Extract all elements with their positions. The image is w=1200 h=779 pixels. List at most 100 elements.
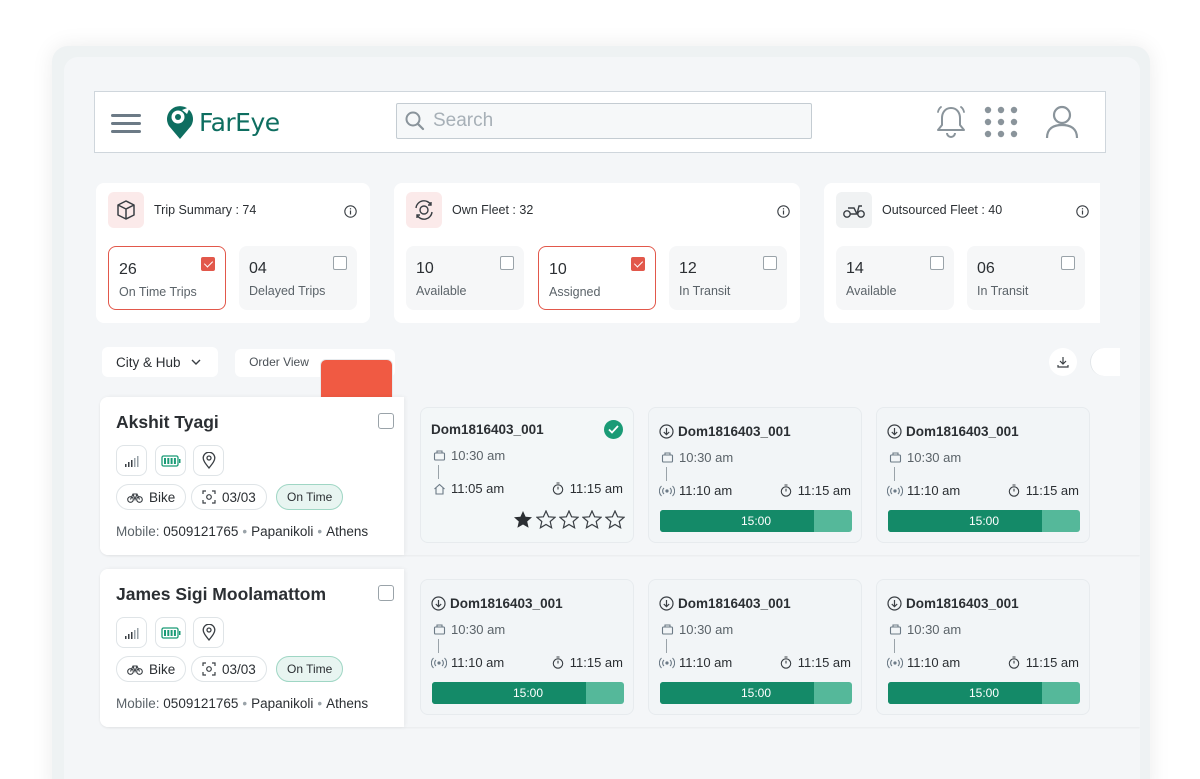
stat-assigned[interactable]: 10 Assigned xyxy=(538,246,656,310)
city-hub-dropdown[interactable]: City & Hub xyxy=(102,347,218,377)
card-title: Outsourced Fleet : 40 xyxy=(882,203,1003,217)
eta-time: 11:15 am xyxy=(1025,483,1079,498)
trip-progress-bar: 15:00 xyxy=(888,682,1080,704)
driver-row: Akshit Tyagi Bike 03/03 On Time Mobile: … xyxy=(100,397,1140,555)
timer-icon xyxy=(778,484,794,497)
stat-value: 10 xyxy=(549,261,567,278)
star-outline-icon[interactable] xyxy=(582,510,602,529)
transit-signal-icon xyxy=(431,657,447,669)
driver-checkbox[interactable] xyxy=(378,413,394,429)
driver-row: James Sigi Moolamattom Bike 03/03 On Tim… xyxy=(100,569,1140,727)
trip-id: Dom1816403_001 xyxy=(431,422,544,437)
location-pin-icon[interactable] xyxy=(193,617,224,648)
info-icon[interactable] xyxy=(344,205,357,218)
city-hub-label: City & Hub xyxy=(116,354,181,370)
trip-id: Dom1816403_001 xyxy=(678,424,791,439)
timer-icon xyxy=(550,482,566,495)
checkbox[interactable] xyxy=(1061,256,1075,270)
driver-name: James Sigi Moolamattom xyxy=(116,584,327,604)
top-bar: FarEye Search xyxy=(94,91,1106,153)
checkbox[interactable] xyxy=(930,256,944,270)
stat-value: 10 xyxy=(416,260,434,277)
star-outline-icon[interactable] xyxy=(536,510,556,529)
checkbox[interactable] xyxy=(201,257,215,271)
stat-delayed-trips[interactable]: 04 Delayed Trips xyxy=(239,246,357,310)
stat-label: Delayed Trips xyxy=(249,284,326,298)
driver-checkbox[interactable] xyxy=(378,585,394,601)
trip-card[interactable]: Dom1816403_001 10:30 am 11:10 am 11:15 a… xyxy=(876,407,1090,543)
trip-card[interactable]: Dom1816403_001 10:30 am 11:05 am 11:15 a… xyxy=(420,407,634,543)
checkbox[interactable] xyxy=(631,257,645,271)
arrival-time: 11:10 am xyxy=(907,655,961,670)
mobile-label: Mobile: xyxy=(116,696,160,711)
location-pin-icon[interactable] xyxy=(193,445,224,476)
arrival-time: 11:05 am xyxy=(451,481,505,496)
trip-card[interactable]: Dom1816403_001 10:30 am 11:10 am 11:15 a… xyxy=(420,579,634,715)
stat-available[interactable]: 14 Available xyxy=(836,246,954,310)
stat-label: Available xyxy=(416,284,467,298)
eta-time: 11:15 am xyxy=(569,481,623,496)
start-time: 10:30 am xyxy=(907,622,962,637)
stat-in-transit[interactable]: 06 In Transit xyxy=(967,246,1085,310)
logo[interactable]: FarEye xyxy=(163,104,280,140)
stat-on-time-trips[interactable]: 26 On Time Trips xyxy=(108,246,226,310)
pickup-icon xyxy=(887,623,903,636)
vehicle-chip: Bike xyxy=(116,656,187,682)
info-icon[interactable] xyxy=(1076,205,1089,218)
start-time: 10:30 am xyxy=(907,450,962,465)
trips-list: Dom1816403_001 10:30 am 11:10 am 11:15 a… xyxy=(404,569,1140,727)
status-badge: On Time xyxy=(276,656,344,682)
trip-summary-card: Trip Summary : 74 26 On Time Trips 04 De… xyxy=(96,183,370,323)
checkbox[interactable] xyxy=(500,256,514,270)
check-circle-icon xyxy=(604,420,623,439)
checkbox[interactable] xyxy=(763,256,777,270)
start-time: 10:30 am xyxy=(451,448,506,463)
stat-in-transit[interactable]: 12 In Transit xyxy=(669,246,787,310)
stat-value: 04 xyxy=(249,260,267,277)
battery-icon[interactable] xyxy=(155,617,186,648)
trip-progress-bar: 15:00 xyxy=(432,682,624,704)
more-actions-button[interactable] xyxy=(1090,348,1120,376)
trip-card[interactable]: Dom1816403_001 10:30 am 11:10 am 11:15 a… xyxy=(648,407,862,543)
transit-signal-icon xyxy=(659,485,675,497)
arrow-down-circle-icon xyxy=(659,424,674,439)
menu-icon[interactable] xyxy=(111,114,141,134)
trip-card[interactable]: Dom1816403_001 10:30 am 11:10 am 11:15 a… xyxy=(876,579,1090,715)
timer-icon xyxy=(778,656,794,669)
user-avatar-icon[interactable] xyxy=(1045,104,1079,140)
stat-label: In Transit xyxy=(679,284,731,298)
eta-time: 11:15 am xyxy=(797,483,851,498)
checkbox[interactable] xyxy=(333,256,347,270)
star-outline-icon[interactable] xyxy=(605,510,625,529)
download-button[interactable] xyxy=(1049,348,1077,376)
stat-label: Assigned xyxy=(549,285,601,299)
stat-value: 14 xyxy=(846,260,864,277)
vehicle-label: Bike xyxy=(149,489,176,505)
transit-signal-icon xyxy=(887,657,903,669)
info-icon[interactable] xyxy=(777,205,790,218)
order-view-button[interactable]: Order View xyxy=(240,349,318,375)
stat-value: 12 xyxy=(679,260,697,277)
fareye-logo-icon xyxy=(167,106,193,139)
area: Papanikoli xyxy=(251,524,314,539)
pickup-icon xyxy=(659,451,675,464)
transit-signal-icon xyxy=(887,485,903,497)
signal-icon[interactable] xyxy=(116,445,147,476)
start-time: 10:30 am xyxy=(451,622,506,637)
stat-available[interactable]: 10 Available xyxy=(406,246,524,310)
bike-icon xyxy=(127,665,143,675)
apps-grid-icon[interactable] xyxy=(983,106,1019,138)
trip-card[interactable]: Dom1816403_001 10:30 am 11:10 am 11:15 a… xyxy=(648,579,862,715)
search-input[interactable]: Search xyxy=(396,103,812,139)
rating-stars[interactable] xyxy=(513,510,625,529)
signal-icon[interactable] xyxy=(116,617,147,648)
battery-icon[interactable] xyxy=(155,445,186,476)
bell-icon[interactable] xyxy=(935,104,967,140)
own-fleet-card: Own Fleet : 32 10 Available 10 Assigned … xyxy=(394,183,800,323)
eta-time: 11:15 am xyxy=(569,655,623,670)
star-outline-icon[interactable] xyxy=(559,510,579,529)
driver-contact: Mobile: 0509121765 • Papanikoli • Athens xyxy=(116,696,369,711)
card-title: Trip Summary : 74 xyxy=(154,203,257,217)
mobile-label: Mobile: xyxy=(116,524,160,539)
star-filled-icon[interactable] xyxy=(513,510,533,529)
